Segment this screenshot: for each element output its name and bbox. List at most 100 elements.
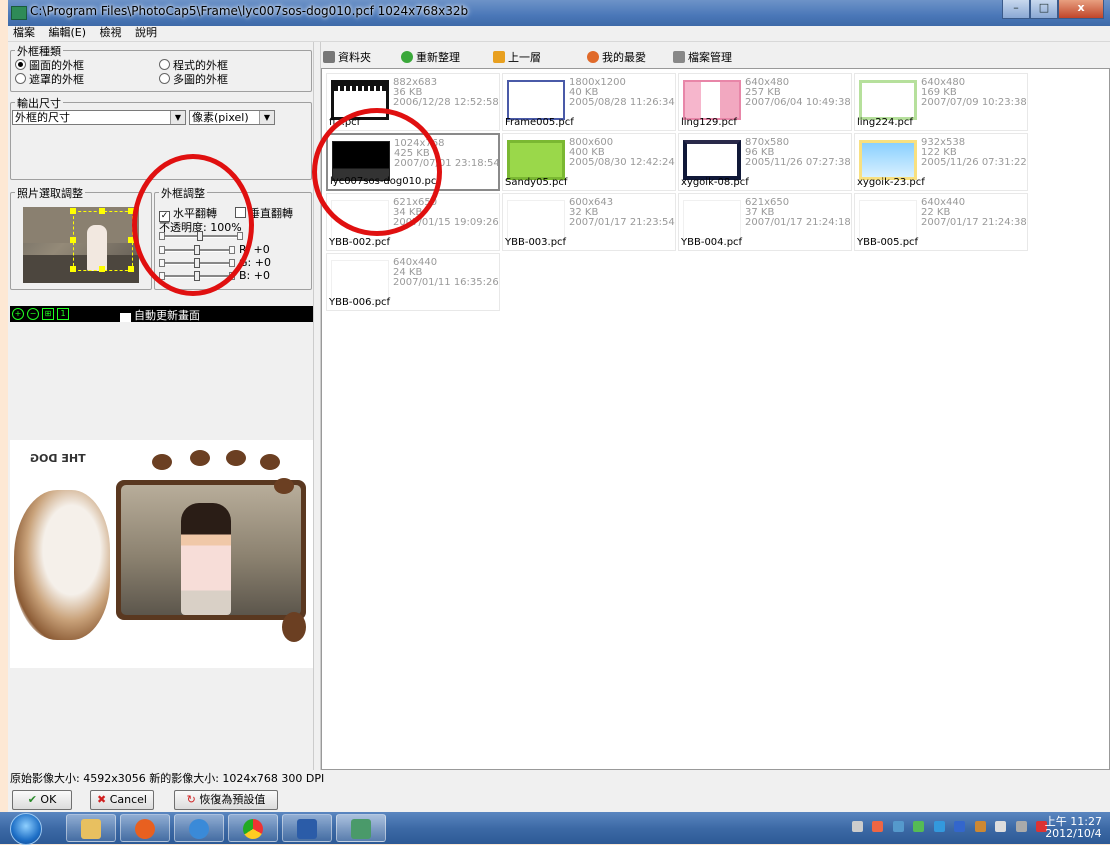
photo-adjust-label: 照片選取調整	[15, 185, 85, 201]
file-date: 2007/01/17 21:24:18	[745, 217, 851, 228]
file-meta: 1024x768 425 KB 2007/07/01 23:18:54	[394, 139, 500, 169]
file-item[interactable]: 800x600 400 KB 2005/08/30 12:42:24 Sandy05.…	[502, 133, 676, 191]
radio-mask-frame[interactable]: 遮罩的外框	[15, 71, 84, 87]
file-item[interactable]: 621x650 34 KB 2007/01/15 19:09:26 YBB-002.p…	[326, 193, 500, 251]
file-item[interactable]: 1800x1200 40 KB 2005/08/28 11:26:34 Frame00…	[502, 73, 676, 131]
taskbar-ie[interactable]	[174, 814, 224, 842]
framed-photo	[116, 480, 306, 620]
file-meta: 640x440 22 KB 2007/01/17 21:24:38	[921, 198, 1027, 228]
file-meta: 932x538 122 KB 2005/11/26 07:31:22	[921, 138, 1027, 168]
photo-crop-thumbnail[interactable]	[23, 207, 139, 283]
file-date: 2007/01/17 21:23:54	[569, 217, 675, 228]
file-item[interactable]: 640x440 22 KB 2007/01/17 21:24:38 YBB-005.p…	[854, 193, 1028, 251]
output-size-value: 外框的尺寸	[15, 111, 70, 124]
file-grid: 882x683 36 KB 2006/12/28 12:52:58 fi...pcf 1…	[321, 68, 1110, 770]
file-date: 2005/08/28 11:26:34	[569, 97, 675, 108]
file-item[interactable]: 640x440 24 KB 2007/01/11 16:35:26 YBB-006.p…	[326, 253, 500, 311]
file-item[interactable]: 640x480 169 KB 2007/07/09 10:23:38 ling224.…	[854, 73, 1028, 131]
actual-size-icon[interactable]: 1	[57, 308, 69, 320]
frame-type-group: 外框種類 圖面的外框 程式的外框 遮罩的外框 多圖的外框	[10, 43, 312, 92]
radio-multi-frame[interactable]: 多圖的外框	[159, 71, 228, 87]
vertical-flip-checkbox[interactable]: 垂直翻轉	[235, 205, 293, 221]
slider-thumb[interactable]	[194, 258, 200, 268]
file-manage-button[interactable]: 檔案管理	[673, 49, 732, 65]
preview-frame-image: THE DOG	[10, 440, 313, 668]
crop-selection-box[interactable]	[73, 211, 133, 271]
taskbar-chrome[interactable]	[228, 814, 278, 842]
unit-select[interactable]: 像素(pixel) ▼	[189, 110, 275, 125]
r-slider[interactable]	[159, 245, 235, 255]
menu-help[interactable]: 說明	[130, 26, 162, 40]
file-item[interactable]: 882x683 36 KB 2006/12/28 12:52:58 fi...pcf	[326, 73, 500, 131]
tray-app-icon[interactable]	[933, 821, 945, 832]
file-thumbnail	[859, 140, 917, 180]
favorites-button[interactable]: 我的最愛	[587, 49, 646, 65]
file-name: YBB-006.pcf	[329, 297, 391, 308]
fit-window-icon[interactable]: ⊞	[42, 308, 54, 320]
cancel-button[interactable]: ✖ Cancel	[90, 790, 154, 810]
file-meta: 640x480 257 KB 2007/06/04 10:49:38	[745, 78, 851, 108]
taskbar-media[interactable]	[120, 814, 170, 842]
tray-app-icon[interactable]	[872, 821, 883, 832]
close-button[interactable]: x	[1058, 0, 1104, 19]
flag-icon[interactable]	[995, 821, 1006, 832]
b-slider[interactable]	[159, 271, 235, 281]
frame-adjust-group: 外框調整 ✓ 水平翻轉 垂直翻轉 不透明度: 100% R: +0 G: +0 B…	[154, 185, 312, 290]
maximize-button[interactable]: □	[1030, 0, 1058, 19]
opacity-slider[interactable]	[159, 231, 243, 241]
status-bar: 原始影像大小: 4592x3056 新的影像大小: 1024x768 300 D…	[10, 772, 325, 785]
tray-app-icon[interactable]	[974, 821, 986, 832]
file-item[interactable]: 621x650 37 KB 2007/01/17 21:24:18 YBB-004.p…	[678, 193, 852, 251]
title-bar[interactable]: C:\Program Files\PhotoCap5\Frame\lyc007s…	[8, 0, 1110, 26]
output-size-select[interactable]: 外框的尺寸 ▼	[12, 110, 186, 125]
refresh-icon	[401, 51, 413, 63]
zoom-in-icon[interactable]: +	[12, 308, 24, 320]
folder-button[interactable]: 資料夾	[323, 49, 371, 65]
menu-file[interactable]: 檔案	[8, 26, 40, 40]
file-item[interactable]: 1024x768 425 KB 2007/07/01 23:18:54 lyc007s…	[326, 133, 500, 191]
windows-taskbar: 上午 11:27 2012/10/4	[0, 812, 1110, 845]
menu-edit[interactable]: 編輯(E)	[44, 26, 92, 40]
manage-label: 檔案管理	[688, 51, 732, 64]
reset-default-button[interactable]: ↻ 恢復為預設值	[174, 790, 278, 810]
taskbar-word[interactable]	[282, 814, 332, 842]
ok-button[interactable]: ✔ OK	[12, 790, 72, 810]
file-name: Frame005.pcf	[505, 117, 574, 128]
tray-app-icon[interactable]	[913, 821, 924, 832]
network-icon[interactable]	[851, 821, 863, 832]
menu-view[interactable]: 檢視	[95, 26, 127, 40]
file-item[interactable]: 640x480 257 KB 2007/06/04 10:49:38 ling129.…	[678, 73, 852, 131]
file-item[interactable]: 600x643 32 KB 2007/01/17 21:23:54 YBB-003.p…	[502, 193, 676, 251]
file-thumbnail	[683, 140, 741, 180]
file-date: 2007/06/04 10:49:38	[745, 97, 851, 108]
display-icon[interactable]	[1015, 821, 1027, 832]
slider-thumb[interactable]	[197, 231, 203, 241]
file-item[interactable]: 870x580 96 KB 2005/11/26 07:27:38 xygoik-08…	[678, 133, 852, 191]
refresh-button[interactable]: 重新整理	[401, 49, 460, 65]
media-player-icon	[135, 819, 155, 839]
taskbar-explorer[interactable]	[66, 814, 116, 842]
g-slider[interactable]	[159, 258, 235, 268]
taskbar-clock[interactable]: 上午 11:27 2012/10/4	[1045, 816, 1102, 840]
paw-print-icon	[190, 450, 210, 466]
vertical-splitter[interactable]	[313, 42, 321, 770]
file-item[interactable]: 932x538 122 KB 2005/11/26 07:31:22 xygoik-2…	[854, 133, 1028, 191]
up-level-button[interactable]: 上一層	[493, 49, 541, 65]
slider-thumb[interactable]	[194, 245, 200, 255]
file-name: YBB-003.pcf	[505, 237, 567, 248]
tray-app-icon[interactable]	[892, 821, 904, 832]
file-date: 2005/11/26 07:27:38	[745, 157, 851, 168]
taskbar-photocap[interactable]	[336, 814, 386, 842]
tray-app-icon[interactable]	[954, 821, 965, 832]
paw-print-icon	[274, 478, 294, 494]
file-name: lyc007sos-dog010.pcf	[330, 176, 440, 187]
file-thumbnail	[507, 80, 565, 120]
windows-start-button[interactable]	[10, 813, 42, 845]
minimize-button[interactable]: –	[1002, 0, 1030, 19]
file-name: xygoik-08.pcf	[681, 177, 749, 188]
file-toolbar: 資料夾 重新整理 上一層 我的最愛 檔案管理	[321, 46, 1110, 66]
zoom-out-icon[interactable]: −	[27, 308, 39, 320]
photo-adjust-group: 照片選取調整	[10, 185, 152, 290]
folder-icon	[81, 819, 101, 839]
slider-thumb[interactable]	[194, 271, 200, 281]
